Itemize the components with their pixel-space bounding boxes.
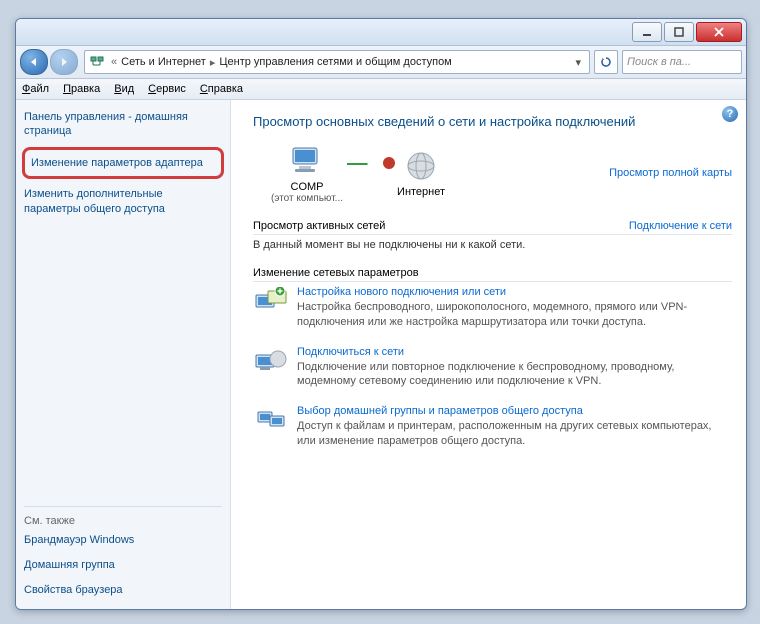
- menu-tools[interactable]: Сервис: [148, 83, 186, 95]
- computer-icon: [285, 143, 329, 179]
- page-title: Просмотр основных сведений о сети и наст…: [253, 114, 732, 131]
- connect-desc: Подключение или повторное подключение к …: [297, 360, 732, 390]
- setup-connection-icon: [253, 286, 289, 318]
- sidebar-browser-props[interactable]: Свойства браузера: [24, 583, 222, 598]
- control-panel-window: « Сеть и Интернет ▸ Центр управления сет…: [15, 18, 747, 610]
- no-network-text: В данный момент вы не подключены ни к ка…: [253, 239, 732, 251]
- map-internet: Интернет: [397, 148, 445, 198]
- menu-help[interactable]: Справка: [200, 83, 243, 95]
- refresh-button[interactable]: [594, 50, 618, 74]
- menu-view[interactable]: Вид: [114, 83, 134, 95]
- active-networks-heading: Просмотр активных сетей: [253, 220, 629, 232]
- globe-icon: [399, 148, 443, 184]
- setup-connection-link[interactable]: Настройка нового подключения или сети: [297, 286, 732, 298]
- homegroup-icon: [253, 405, 289, 437]
- map-this-computer: COMP (этот компьют...: [271, 143, 343, 204]
- close-button[interactable]: [696, 22, 742, 42]
- homegroup-link[interactable]: Выбор домашней группы и параметров общег…: [297, 405, 732, 417]
- sidebar-sharing-settings[interactable]: Изменить дополнительные параметры общего…: [24, 187, 222, 217]
- address-bar: « Сеть и Интернет ▸ Центр управления сет…: [16, 46, 746, 79]
- setup-connection-desc: Настройка беспроводного, широкополосного…: [297, 300, 732, 330]
- menu-file[interactable]: Файл: [22, 83, 49, 95]
- breadcrumb-item[interactable]: Центр управления сетями и общим доступом: [217, 56, 453, 68]
- help-icon[interactable]: ?: [722, 106, 738, 122]
- connect-link[interactable]: Подключиться к сети: [297, 346, 732, 358]
- connection-broken-icon: [347, 163, 393, 165]
- sidebar-homegroup[interactable]: Домашняя группа: [24, 558, 222, 573]
- content-pane: ? Просмотр основных сведений о сети и на…: [231, 100, 746, 610]
- change-settings-heading: Изменение сетевых параметров: [253, 267, 732, 279]
- search-input[interactable]: Поиск в па...: [622, 50, 742, 74]
- sidebar-home-link[interactable]: Панель управления - домашняя страница: [24, 110, 222, 139]
- connect-icon: [253, 346, 289, 378]
- back-button[interactable]: [20, 49, 48, 75]
- minimize-button[interactable]: [632, 22, 662, 42]
- maximize-button[interactable]: [664, 22, 694, 42]
- menu-edit[interactable]: Правка: [63, 83, 100, 95]
- breadcrumb-chevron-icon: «: [109, 56, 119, 68]
- breadcrumb-dropdown-icon[interactable]: ▾: [571, 56, 585, 69]
- breadcrumb-separator-icon: ▸: [208, 56, 218, 69]
- network-map: COMP (этот компьют... Интернет Просмотр …: [253, 143, 732, 204]
- titlebar: [16, 19, 746, 46]
- sidebar: Панель управления - домашняя страница Из…: [16, 100, 231, 610]
- homegroup-desc: Доступ к файлам и принтерам, расположенн…: [297, 419, 732, 449]
- view-full-map-link[interactable]: Просмотр полной карты: [609, 167, 732, 179]
- sidebar-adapter-settings[interactable]: Изменение параметров адаптера: [22, 147, 224, 180]
- sidebar-firewall[interactable]: Брандмауэр Windows: [24, 533, 222, 548]
- search-placeholder: Поиск в па...: [627, 56, 691, 68]
- network-icon: [89, 54, 105, 70]
- forward-button[interactable]: [50, 49, 78, 75]
- connect-network-link[interactable]: Подключение к сети: [629, 220, 732, 232]
- breadcrumb[interactable]: « Сеть и Интернет ▸ Центр управления сет…: [84, 50, 590, 74]
- see-also-heading: См. также: [24, 506, 222, 527]
- breadcrumb-item[interactable]: Сеть и Интернет: [119, 56, 208, 68]
- menu-bar: Файл Правка Вид Сервис Справка: [16, 79, 746, 100]
